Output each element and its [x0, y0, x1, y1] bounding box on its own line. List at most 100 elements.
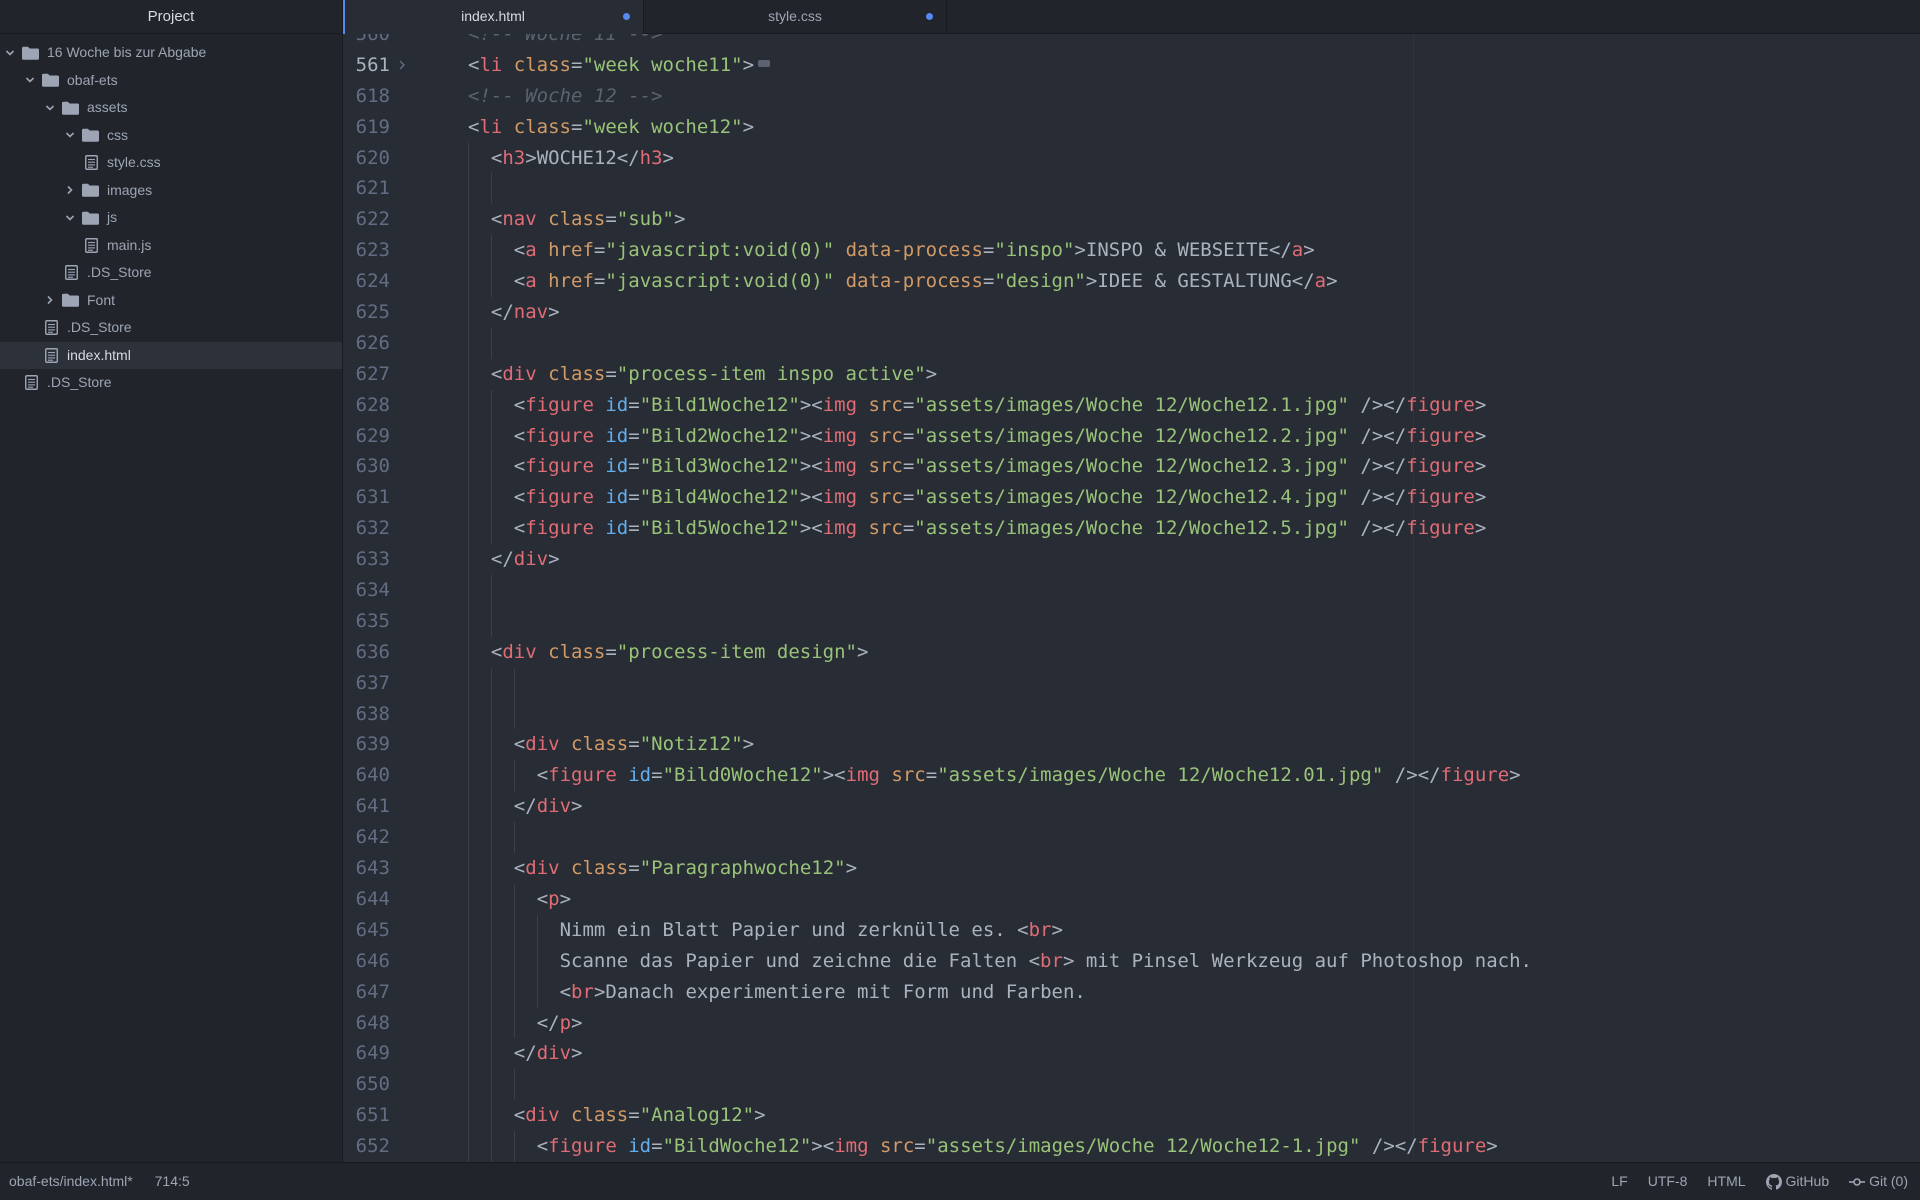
chevron-right-icon[interactable] [44, 287, 56, 315]
code-line[interactable]: 635 [343, 605, 1920, 637]
line-number[interactable]: 646 [343, 946, 390, 977]
line-number[interactable]: 650 [343, 1069, 390, 1100]
status-git[interactable]: Git (0) [1849, 1163, 1908, 1200]
line-number[interactable]: 627 [343, 359, 390, 390]
line-number[interactable]: 618 [343, 81, 390, 112]
tree-file-style-css[interactable]: style.css [0, 149, 342, 177]
status-encoding[interactable]: UTF-8 [1648, 1163, 1688, 1200]
chevron-down-icon[interactable] [44, 94, 56, 122]
code-line[interactable]: 618 <!-- Woche 12 --> [343, 81, 1920, 112]
code-line[interactable]: 629 <figure id="Bild2Woche12"><img src="a… [343, 420, 1920, 452]
line-number[interactable]: 620 [343, 143, 390, 174]
code-line[interactable]: 626 [343, 327, 1920, 359]
code-line[interactable]: 642 [343, 822, 1920, 854]
tree-folder-images[interactable]: images [0, 177, 342, 205]
tree-file-ds-store[interactable]: .DS_Store [0, 369, 342, 397]
tree-file-ds-store[interactable]: .DS_Store [0, 314, 342, 342]
code-line[interactable]: 630 <figure id="Bild3Woche12"><img src="a… [343, 451, 1920, 483]
line-number[interactable]: 560 [343, 34, 390, 50]
line-number[interactable]: 634 [343, 575, 390, 606]
code-line[interactable]: 648 </p> [343, 1007, 1920, 1039]
line-number[interactable]: 640 [343, 760, 390, 791]
line-number[interactable]: 624 [343, 266, 390, 297]
code-line[interactable]: 638 [343, 698, 1920, 730]
status-line-ending[interactable]: LF [1611, 1163, 1627, 1200]
code-line[interactable]: 636 <div class="process-item design"> [343, 636, 1920, 668]
line-number[interactable]: 622 [343, 204, 390, 235]
code-line[interactable]: 634 [343, 575, 1920, 606]
code-line[interactable]: 641 </div> [343, 791, 1920, 823]
code-line[interactable]: 647 <br>Danach experimentiere mit Form un… [343, 976, 1920, 1008]
chevron-down-icon[interactable] [24, 67, 36, 95]
chevron-right-icon[interactable] [64, 177, 76, 205]
chevron-down-icon[interactable] [64, 204, 76, 232]
line-number[interactable]: 619 [343, 112, 390, 143]
tree-folder-js[interactable]: js [0, 204, 342, 232]
folded-ellipsis-icon[interactable] [758, 59, 771, 67]
code-line[interactable]: 560 <!-- Woche 11 --> [343, 34, 1920, 50]
tree-folder-css[interactable]: css [0, 122, 342, 150]
tab-index-html[interactable]: index.html [343, 0, 644, 34]
code-line[interactable]: 631 <figure id="Bild4Woche12"><img src="a… [343, 482, 1920, 514]
line-number[interactable]: 641 [343, 791, 390, 822]
code-line[interactable]: 627 <div class="process-item inspo active… [343, 358, 1920, 390]
line-number[interactable]: 649 [343, 1038, 390, 1069]
code-line[interactable]: 640 <figure id="Bild0Woche12"><img src="a… [343, 760, 1920, 792]
line-number[interactable]: 621 [343, 173, 390, 204]
line-number[interactable]: 642 [343, 822, 390, 853]
code-line[interactable]: 625 </nav> [343, 297, 1920, 328]
tree-folder-16-woche-bis-zur-abgabe[interactable]: 16 Woche bis zur Abgabe [0, 39, 342, 67]
code-line[interactable]: 637 [343, 667, 1920, 699]
code-line[interactable]: 620 <h3>WOCHE12</h3> [343, 142, 1920, 174]
modified-dot-icon[interactable] [926, 13, 933, 20]
line-number[interactable]: 623 [343, 235, 390, 266]
code-line[interactable]: 622 <nav class="sub"> [343, 204, 1920, 236]
code-line[interactable]: 646 Scanne das Papier und zeichne die Fal… [343, 945, 1920, 977]
code-lines[interactable]: 560 <!-- Woche 11 --> 561 <li class="week w… [343, 34, 1920, 1162]
line-number[interactable]: 625 [343, 297, 390, 328]
tree-file-ds-store[interactable]: .DS_Store [0, 259, 342, 287]
code-line[interactable]: 652 <figure id="BildWoche12"><img src="as… [343, 1131, 1920, 1162]
chevron-down-icon[interactable] [4, 39, 16, 67]
code-line[interactable]: 623 <a href="javascript:void(0)" data-pro… [343, 235, 1920, 267]
code-line[interactable]: 632 <figure id="Bild5Woche12"><img src="a… [343, 513, 1920, 545]
tree-file-main-js[interactable]: main.js [0, 232, 342, 260]
line-number[interactable]: 628 [343, 390, 390, 421]
code-line[interactable]: 621 [343, 173, 1920, 205]
line-number[interactable]: 629 [343, 421, 390, 452]
status-cursor-position[interactable]: 714:5 [155, 1173, 190, 1189]
line-number[interactable]: 647 [343, 977, 390, 1008]
chevron-down-icon[interactable] [64, 122, 76, 150]
line-number[interactable]: 652 [343, 1131, 390, 1162]
line-number[interactable]: 633 [343, 544, 390, 575]
code-editor[interactable]: 560 <!-- Woche 11 --> 561 <li class="week w… [343, 34, 1920, 1163]
line-number[interactable]: 639 [343, 729, 390, 760]
tree-folder-obaf-ets[interactable]: obaf-ets [0, 67, 342, 95]
code-line[interactable]: 633 </div> [343, 544, 1920, 576]
line-number[interactable]: 631 [343, 482, 390, 513]
line-number[interactable]: 626 [343, 328, 390, 359]
tree-file-index-html[interactable]: index.html [0, 341, 342, 369]
code-line[interactable]: 651 <div class="Analog12"> [343, 1100, 1920, 1132]
code-line[interactable]: 628 <figure id="Bild1Woche12"><img src="a… [343, 389, 1920, 421]
line-number[interactable]: 643 [343, 853, 390, 884]
status-github[interactable]: GitHub [1765, 1163, 1829, 1200]
line-number[interactable]: 637 [343, 668, 390, 699]
tab-style-css[interactable]: style.css [644, 0, 947, 33]
tree-folder-font[interactable]: Font [0, 287, 342, 315]
status-grammar[interactable]: HTML [1707, 1163, 1745, 1200]
line-number[interactable]: 635 [343, 606, 390, 637]
code-line[interactable]: 619 <li class="week woche12"> [343, 112, 1920, 143]
code-line[interactable]: 645 Nimm ein Blatt Papier und zerknülle e… [343, 914, 1920, 946]
code-line[interactable]: 644 <p> [343, 883, 1920, 915]
line-number[interactable]: 648 [343, 1008, 390, 1039]
code-line[interactable]: 643 <div class="Paragraphwoche12"> [343, 853, 1920, 884]
tree-folder-assets[interactable]: assets [0, 94, 342, 122]
code-line[interactable]: 639 <div class="Notiz12"> [343, 729, 1920, 761]
line-number[interactable]: 630 [343, 451, 390, 482]
code-line[interactable]: 650 [343, 1069, 1920, 1101]
line-number[interactable]: 561 [343, 50, 390, 81]
line-number[interactable]: 636 [343, 637, 390, 668]
code-line[interactable]: 561 <li class="week woche11"> [343, 50, 1920, 81]
line-number[interactable]: 651 [343, 1100, 390, 1131]
